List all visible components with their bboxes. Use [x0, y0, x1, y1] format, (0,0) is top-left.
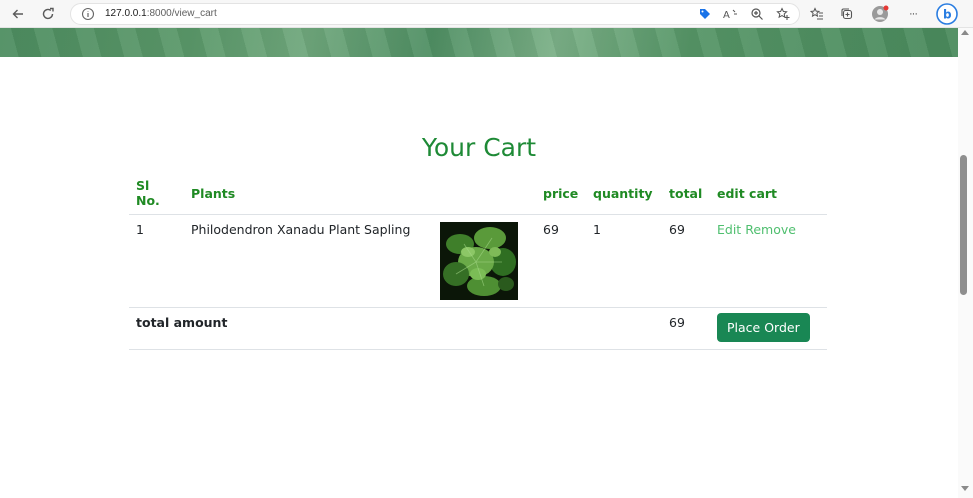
- item-name: Philodendron Xanadu Plant Sapling: [184, 214, 433, 308]
- back-icon[interactable]: [8, 4, 28, 24]
- edit-link[interactable]: Edit: [717, 222, 741, 237]
- refresh-icon[interactable]: [38, 4, 58, 24]
- header-plants: Plants: [184, 171, 433, 215]
- read-aloud-icon[interactable]: A: [722, 5, 740, 23]
- header-image: [433, 171, 536, 215]
- remove-link[interactable]: Remove: [745, 222, 796, 237]
- table-header-row: Sl No. Plants price quantity total edit …: [129, 171, 827, 215]
- place-order-cell: Place Order: [710, 307, 827, 350]
- info-icon[interactable]: [81, 7, 95, 26]
- profile-icon[interactable]: [871, 5, 889, 23]
- svg-text:b: b: [943, 8, 952, 22]
- scrollbar-thumb[interactable]: [960, 155, 967, 295]
- add-favorite-icon[interactable]: [774, 5, 792, 23]
- item-quantity: 1: [586, 214, 662, 308]
- hero-banner-image: [0, 28, 958, 57]
- address-bar[interactable]: 127.0.0.1:8000/view_cart: [70, 3, 800, 25]
- table-row: 1 Philodendron Xanadu Plant Sapling 69 1…: [129, 214, 827, 308]
- url-host: 127.0.0.1: [105, 8, 147, 19]
- browser-toolbar: 127.0.0.1:8000/view_cart A ··· b: [0, 0, 973, 28]
- url-text[interactable]: 127.0.0.1:8000/view_cart: [105, 8, 217, 19]
- cart-table: Sl No. Plants price quantity total edit …: [129, 171, 827, 350]
- url-path: :8000/view_cart: [146, 8, 217, 19]
- collections-icon[interactable]: [838, 5, 856, 23]
- scroll-down-arrow-icon[interactable]: [961, 486, 969, 491]
- scroll-up-arrow-icon[interactable]: [961, 30, 969, 35]
- page-title: Your Cart: [421, 133, 537, 162]
- place-order-button[interactable]: Place Order: [717, 313, 810, 342]
- more-icon[interactable]: ···: [904, 5, 922, 23]
- favorites-icon[interactable]: [808, 5, 826, 23]
- item-total: 69: [662, 214, 710, 308]
- item-price: 69: [536, 214, 586, 308]
- zoom-icon[interactable]: [748, 5, 766, 23]
- item-sl-no: 1: [129, 214, 184, 308]
- item-image-cell: [433, 214, 536, 308]
- total-amount-label: total amount: [129, 307, 662, 350]
- item-edit-cell: Edit Remove: [710, 214, 827, 308]
- header-edit-cart: edit cart: [710, 171, 827, 215]
- bing-icon[interactable]: b: [936, 3, 958, 25]
- tag-icon[interactable]: [696, 5, 714, 23]
- header-sl-no: Sl No.: [129, 171, 184, 215]
- plant-image: [440, 222, 518, 300]
- total-row: total amount 69 Place Order: [129, 307, 827, 350]
- total-amount-value: 69: [662, 307, 710, 350]
- header-total: total: [662, 171, 710, 215]
- header-price: price: [536, 171, 586, 215]
- header-quantity: quantity: [586, 171, 662, 215]
- svg-text:A: A: [723, 10, 730, 21]
